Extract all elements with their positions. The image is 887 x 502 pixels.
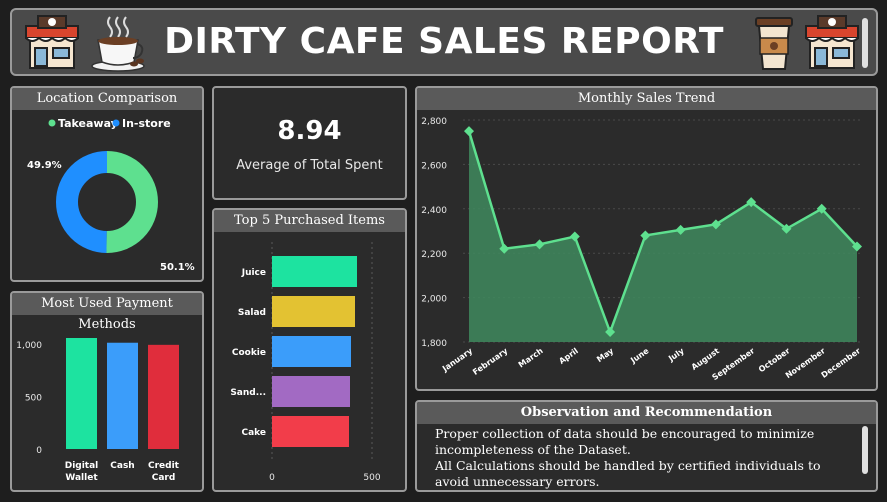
location-comparison-title: Location Comparison	[12, 88, 202, 110]
header-scrollbar[interactable]	[862, 18, 868, 68]
top5-bar-juice[interactable]	[272, 256, 357, 287]
observation-line-1: Proper collection of data should be enco…	[435, 426, 815, 457]
location-donut-chart: Takeaway In-store 49.9% 50.1%	[27, 117, 195, 273]
top5-xtick-label: 0	[269, 473, 275, 483]
takeaway-cup-icon	[755, 17, 793, 70]
top5-item-label: Cookie	[232, 348, 266, 358]
donut-label-instore: 49.9%	[27, 160, 62, 171]
report-title: DIRTY CAFE SALES REPORT	[164, 21, 724, 62]
trend-xtick-label: March	[517, 346, 545, 369]
report-header: DIRTY CAFE SALES REPORT	[10, 8, 878, 76]
payment-category-label: Credit	[148, 461, 180, 471]
monthly-trend-panel: Monthly Sales Trend 2,800 2,600 2,400 2,200…	[415, 86, 878, 391]
legend-label-takeaway: Takeaway	[58, 117, 118, 130]
kpi-label: Average of Total Spent	[236, 158, 383, 173]
payment-bar-cash[interactable]	[107, 342, 138, 449]
payment-ytick-label: 0	[36, 446, 42, 456]
trend-xtick-label: April	[557, 346, 580, 366]
payment-ytick-label: 1,000	[16, 341, 42, 351]
trend-ytick-label: 2,800	[421, 117, 447, 127]
cafe-storefront-icon	[25, 15, 79, 69]
observation-text: Proper collection of data should be enco…	[435, 426, 854, 490]
trend-point-january[interactable]	[464, 126, 474, 137]
payment-methods-chart: 1,000 500 0 Digital Wallet Cash Credit Card	[16, 337, 180, 483]
donut-label-takeaway: 50.1%	[160, 262, 195, 273]
payment-category-label: Card	[152, 473, 176, 483]
legend-dot-instore	[112, 119, 120, 127]
payment-bar-credit-card[interactable]	[148, 344, 179, 449]
location-comparison-panel: Location Comparison Takeaway In-store 49…	[10, 86, 204, 282]
payment-methods-panel: Most Used Payment Methods 1,000 500 0 Digit…	[10, 291, 204, 492]
trend-xtick-label: May	[595, 346, 616, 364]
coffee-cup-icon	[91, 16, 145, 72]
trend-xtick-label: June	[628, 346, 651, 366]
top5-xtick-label: 500	[363, 473, 380, 483]
top5-item-label: Cake	[241, 428, 266, 438]
trend-xtick-label: July	[666, 346, 686, 364]
trend-ytick-label: 2,200	[421, 250, 447, 260]
top5-bar-cookie[interactable]	[272, 336, 351, 367]
payment-category-label: Wallet	[65, 473, 98, 483]
trend-xtick-label: January	[440, 346, 475, 374]
trend-ytick-label: 1,800	[421, 339, 447, 349]
trend-ytick-label: 2,600	[421, 161, 447, 171]
observation-line-2: All Calculations should be handled by ce…	[435, 458, 821, 489]
payment-category-label: Digital	[65, 461, 99, 471]
top5-bar-sandwich[interactable]	[272, 376, 350, 407]
trend-ytick-label: 2,400	[421, 206, 447, 216]
monthly-trend-title: Monthly Sales Trend	[417, 88, 876, 110]
top5-bar-salad[interactable]	[272, 296, 355, 327]
observation-scrollbar[interactable]	[862, 426, 868, 474]
payment-methods-title: Most Used Payment Methods	[12, 293, 202, 332]
top5-items-panel: Top 5 Purchased Items Juice Salad Cookie Sa…	[212, 208, 407, 492]
observation-panel: Observation and Recommendation Proper co…	[415, 400, 878, 492]
payment-ytick-label: 500	[25, 393, 42, 403]
payment-category-label: Cash	[110, 461, 134, 471]
payment-bar-digital-wallet[interactable]	[66, 337, 97, 449]
trend-area	[469, 131, 857, 342]
top5-bar-cake[interactable]	[272, 416, 349, 447]
kpi-card: 8.94 Average of Total Spent	[212, 86, 407, 200]
top5-items-title: Top 5 Purchased Items	[214, 210, 405, 232]
top5-item-label: Sand...	[230, 388, 266, 398]
trend-xtick-label: December	[820, 346, 863, 380]
legend-dot-takeaway	[48, 119, 56, 127]
top5-item-label: Salad	[238, 308, 266, 318]
top5-items-chart: Juice Salad Cookie Sand... Cake 0 500	[230, 242, 381, 483]
trend-xtick-label: February	[471, 346, 510, 377]
trend-ytick-label: 2,000	[421, 295, 447, 305]
kpi-value: 8.94	[277, 116, 342, 146]
observation-title: Observation and Recommendation	[417, 402, 876, 424]
top5-item-label: Juice	[241, 268, 266, 278]
trend-xtick-label: August	[690, 346, 721, 372]
cafe-storefront-icon-right	[805, 15, 859, 69]
legend-label-instore: In-store	[122, 117, 171, 130]
monthly-trend-chart: 2,800 2,600 2,400 2,200 2,000 1,800JanuaryFeb…	[421, 117, 863, 382]
